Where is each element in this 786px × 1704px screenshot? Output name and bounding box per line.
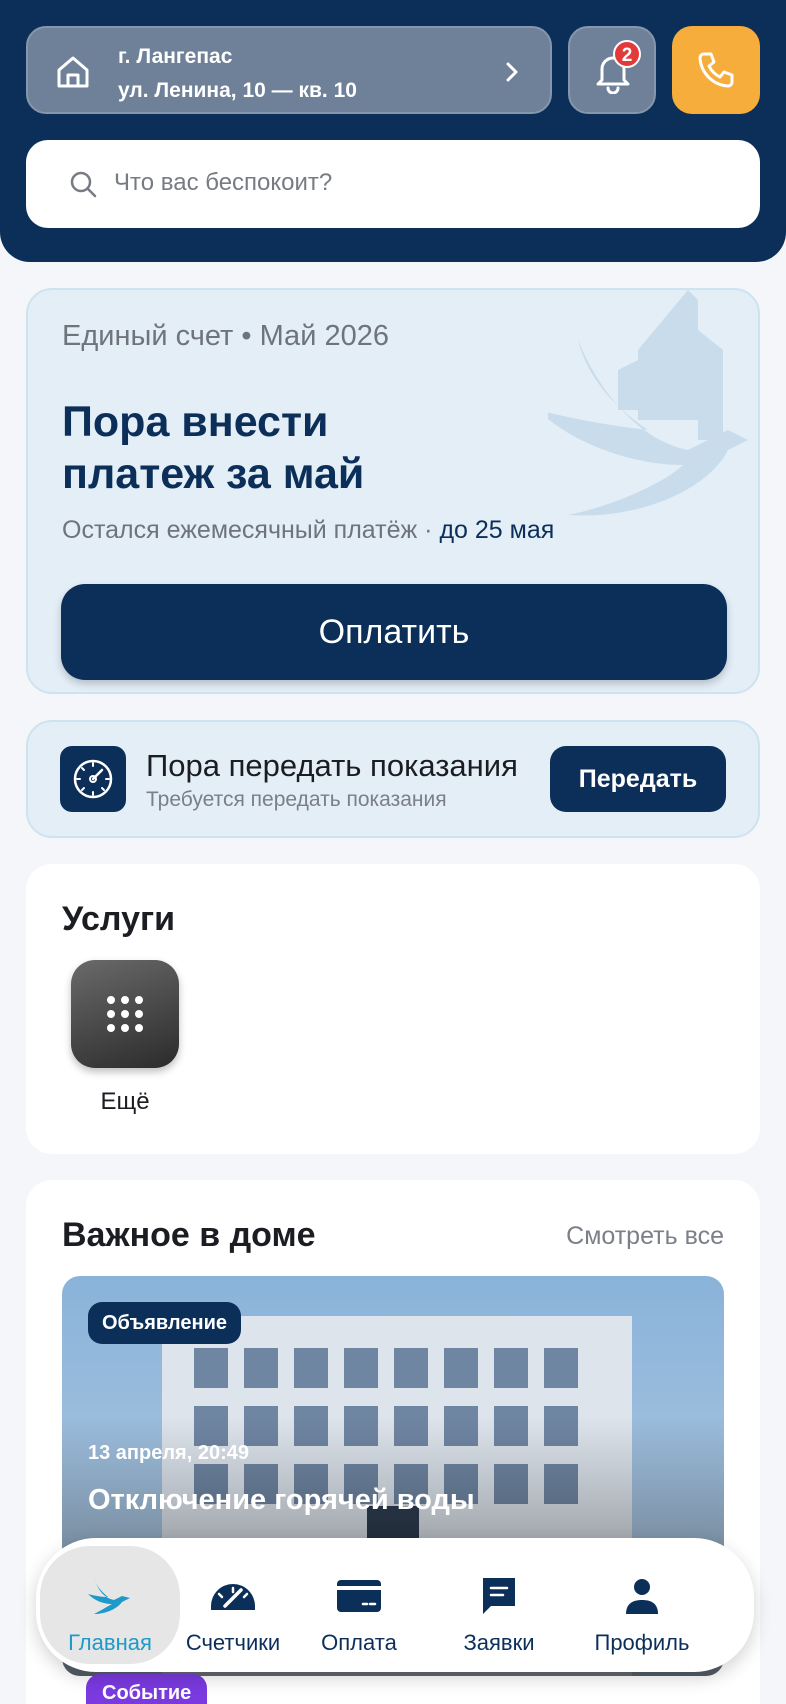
tab-payment[interactable]: Оплата	[289, 1546, 429, 1664]
header: г. Лангепас ул. Ленина, 10 — кв. 10 2 Чт…	[0, 0, 786, 262]
person-icon	[626, 1579, 658, 1614]
meter-title: Пора передать показания	[146, 748, 518, 783]
call-button[interactable]	[672, 26, 760, 114]
chat-icon	[483, 1578, 515, 1614]
tab-home[interactable]: Главная	[40, 1546, 180, 1664]
gauge-icon	[211, 1584, 255, 1610]
tab-profile[interactable]: Профиль	[572, 1546, 712, 1664]
search-input[interactable]: Что вас беспокоит?	[114, 169, 332, 197]
tab-home-label: Главная	[68, 1630, 152, 1655]
services-title: Услуги	[62, 900, 176, 938]
home-icon	[57, 56, 89, 88]
notifications-badge: 2	[613, 40, 641, 68]
swallow-building-watermark-icon	[548, 290, 748, 516]
notifications-button[interactable]: 2	[568, 26, 656, 114]
news-tag: Объявление	[88, 1302, 241, 1344]
more-services-label: Ещё	[100, 1088, 150, 1115]
see-all-link[interactable]: Смотреть все	[566, 1222, 724, 1251]
bill-note-text: Остался ежемесячный платёж ·	[62, 516, 433, 544]
meter-reading-card: Пора передать показания Требуется переда…	[26, 720, 760, 838]
bill-card: Единый счет • Май 2026 Пора внести плате…	[26, 288, 760, 694]
tab-requests[interactable]: Заявки	[429, 1546, 569, 1664]
news-date: 13 апреля, 20:49	[88, 1442, 249, 1464]
grid-dots-icon	[107, 996, 143, 1032]
address-city: г. Лангепас	[118, 45, 233, 68]
tab-meters[interactable]: Счетчики	[163, 1546, 303, 1664]
card-icon	[337, 1580, 381, 1612]
bill-due-date: до 25 мая	[439, 516, 555, 544]
more-services-button[interactable]	[71, 960, 179, 1068]
search-bar[interactable]: Что вас беспокоит?	[26, 140, 760, 228]
tab-requests-label: Заявки	[463, 1630, 535, 1655]
chevron-right-icon	[506, 62, 518, 82]
address-selector[interactable]: г. Лангепас ул. Ленина, 10 — кв. 10	[26, 26, 552, 114]
bill-note: Остался ежемесячный платёж · до 25 мая	[62, 516, 554, 545]
bill-title: Пора внести платеж за май	[62, 398, 365, 498]
tab-payment-label: Оплата	[321, 1630, 397, 1655]
pay-button[interactable]: Оплатить	[61, 584, 727, 680]
services-section: Услуги Ещё	[26, 864, 760, 1154]
bottom-tab-bar: Главная Счетчики Оплата Заявки Профиль	[36, 1538, 754, 1672]
bill-subtitle: Единый счет • Май 2026	[62, 320, 389, 352]
meter-gauge-icon	[60, 746, 126, 812]
tab-meters-label: Счетчики	[185, 1630, 281, 1655]
address-text: г. Лангепас ул. Ленина, 10 — кв. 10	[118, 40, 357, 108]
meter-subtitle: Требуется передать показания	[146, 788, 447, 811]
tab-profile-label: Профиль	[594, 1630, 690, 1655]
address-street: ул. Ленина, 10 — кв. 10	[118, 79, 357, 102]
search-icon	[70, 171, 97, 198]
event-tag: Событие	[86, 1674, 208, 1704]
swallow-icon	[88, 1578, 130, 1614]
submit-readings-button[interactable]: Передать	[550, 746, 726, 812]
news-title: Отключение горячей воды	[88, 1484, 475, 1516]
phone-icon	[698, 52, 734, 88]
important-title: Важное в доме	[62, 1216, 316, 1254]
